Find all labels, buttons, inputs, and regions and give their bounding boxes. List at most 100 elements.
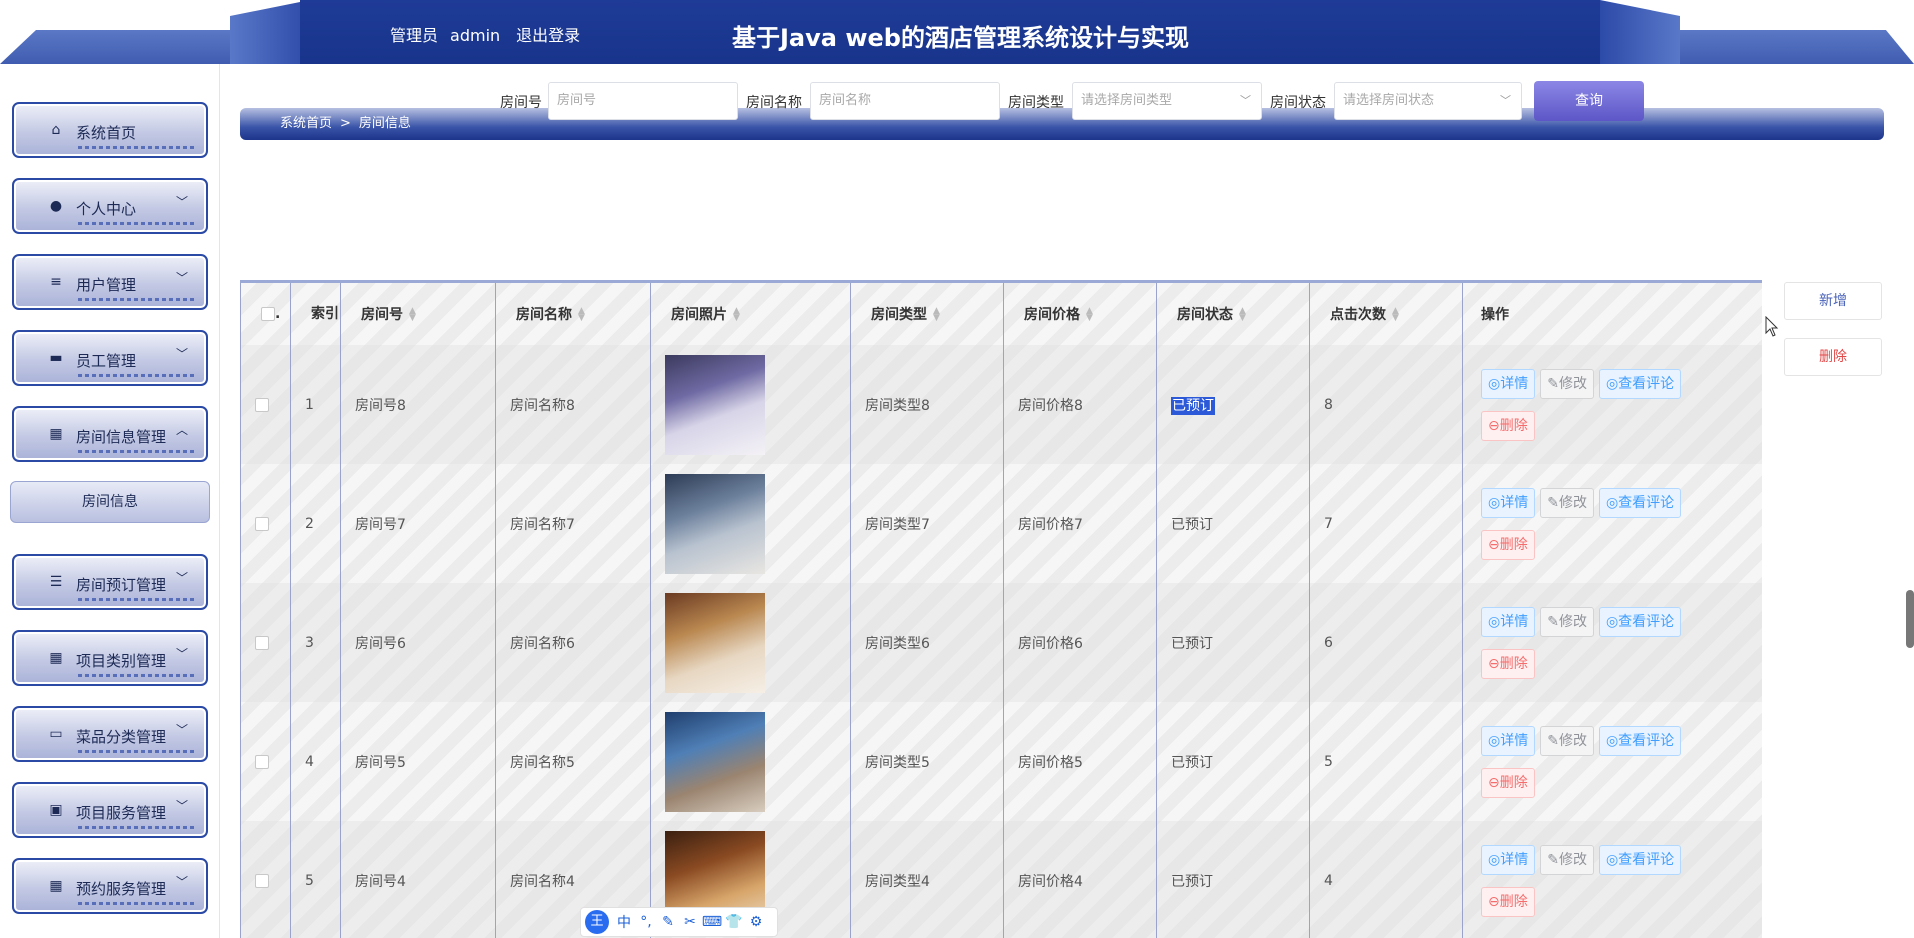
- ime-logo-icon[interactable]: 王: [585, 910, 609, 934]
- sidebar-item-7[interactable]: ▭ 菜品分类管理 ﹀: [12, 706, 208, 762]
- delete-button[interactable]: ⊖删除: [1481, 886, 1535, 917]
- room-photo[interactable]: [665, 711, 765, 812]
- room-name-input[interactable]: 房间名称: [810, 82, 1000, 120]
- sort-icon[interactable]: ▲ ▼: [409, 307, 416, 323]
- view-comments-button[interactable]: ◎查看评论: [1598, 725, 1682, 756]
- nav-decoration: [78, 450, 196, 453]
- delete-button[interactable]: ⊖删除: [1481, 529, 1535, 560]
- add-button[interactable]: 新增: [1784, 282, 1882, 320]
- sidebar-item-2[interactable]: ≡ 用户管理 ﹀: [12, 254, 208, 310]
- chevron-down-icon: ﹀: [1240, 94, 1251, 107]
- row-checkbox[interactable]: [255, 516, 269, 531]
- breadcrumb-home[interactable]: 系统首页: [280, 116, 332, 131]
- room-status-text: 已预订: [1171, 516, 1213, 533]
- room-no-header[interactable]: 房间号 ▲ ▼: [340, 283, 496, 345]
- sidebar-item-0[interactable]: ⌂ 系统首页: [12, 102, 208, 158]
- room-photo-cell: [650, 583, 851, 702]
- room-status-label: 房间状态: [1270, 95, 1326, 111]
- edit-button[interactable]: ✎修改: [1540, 606, 1594, 637]
- sidebar-subitem-room-info[interactable]: 房间信息: [10, 481, 210, 523]
- breadcrumb-separator: >: [340, 116, 351, 131]
- room-type-select[interactable]: 请选择房间类型 ﹀: [1072, 82, 1262, 120]
- sidebar-item-1[interactable]: ● 个人中心 ﹀: [12, 178, 208, 234]
- sidebar-item-3[interactable]: ▬ 员工管理 ﹀: [12, 330, 208, 386]
- click-count-cell: 8: [1309, 345, 1463, 464]
- detail-button[interactable]: ◎详情: [1481, 368, 1536, 399]
- chevron-up-icon: ︿: [175, 423, 188, 437]
- chevron-down-icon: ﹀: [175, 799, 188, 813]
- index-header: 索引: [290, 283, 341, 345]
- clicks-header[interactable]: 点击次数 ▲ ▼: [1309, 283, 1463, 345]
- room-no-header-label: 房间号: [361, 307, 403, 323]
- detail-button[interactable]: ◎详情: [1481, 844, 1536, 875]
- delete-button[interactable]: ⊖删除: [1481, 410, 1535, 441]
- sidebar-item-9[interactable]: ▦ 预约服务管理 ﹀: [12, 858, 208, 914]
- row-checkbox[interactable]: [255, 397, 269, 412]
- index-header-label: 索引: [311, 306, 339, 322]
- sidebar-item-5[interactable]: ☰ 房间预订管理 ﹀: [12, 554, 208, 610]
- mouse-cursor-icon: [1765, 316, 1779, 337]
- detail-button[interactable]: ◎详情: [1481, 487, 1536, 518]
- edit-button[interactable]: ✎修改: [1540, 368, 1594, 399]
- sidebar-item-8[interactable]: ▣ 项目服务管理 ﹀: [12, 782, 208, 838]
- row-checkbox[interactable]: [255, 873, 269, 888]
- room-status-cell: 已预订: [1156, 345, 1310, 464]
- sort-icon[interactable]: ▲ ▼: [1239, 307, 1246, 323]
- nav-decoration: [78, 374, 196, 377]
- price-header[interactable]: 房间价格 ▲ ▼: [1003, 283, 1157, 345]
- sort-icon[interactable]: ▲ ▼: [1086, 307, 1093, 323]
- sidebar-item-label: 项目服务管理: [76, 804, 167, 822]
- view-comments-button[interactable]: ◎查看评论: [1598, 606, 1682, 637]
- sidebar-item-label: 菜品分类管理: [76, 728, 167, 746]
- sort-icon[interactable]: ▲ ▼: [733, 307, 740, 323]
- logout-link[interactable]: 退出登录: [516, 26, 580, 45]
- row-checkbox[interactable]: [255, 635, 269, 650]
- batch-delete-button[interactable]: 删除: [1784, 338, 1882, 376]
- nav-decoration: [78, 902, 196, 905]
- sidebar-item-6[interactable]: ▦ 项目类别管理 ﹀: [12, 630, 208, 686]
- page-scrollbar[interactable]: [1906, 590, 1914, 648]
- sort-icon[interactable]: ▲ ▼: [578, 307, 585, 323]
- row-checkbox[interactable]: [255, 754, 269, 769]
- nav-decoration: [78, 674, 196, 677]
- query-button[interactable]: 查询: [1534, 81, 1644, 121]
- click-count-cell: 4: [1309, 821, 1463, 938]
- edit-button[interactable]: ✎修改: [1540, 844, 1594, 875]
- ime-scissors-icon[interactable]: ✂: [679, 914, 701, 930]
- edit-button[interactable]: ✎修改: [1540, 725, 1594, 756]
- select-all-checkbox[interactable]: [261, 307, 275, 321]
- sidebar-item-4[interactable]: ▦ 房间信息管理 ︿: [12, 406, 208, 462]
- view-comments-button[interactable]: ◎查看评论: [1598, 368, 1682, 399]
- sort-icon[interactable]: ▲ ▼: [1392, 307, 1399, 323]
- ime-skin-icon[interactable]: 👕: [723, 914, 745, 930]
- room-photo[interactable]: [665, 354, 765, 455]
- view-comments-button[interactable]: ◎查看评论: [1598, 844, 1682, 875]
- room-status-cell: 已预订: [1156, 464, 1310, 583]
- detail-button[interactable]: ◎详情: [1481, 606, 1536, 637]
- detail-button[interactable]: ◎详情: [1481, 725, 1536, 756]
- ime-chinese-icon[interactable]: 中: [613, 912, 635, 932]
- photo-header[interactable]: 房间照片 ▲ ▼: [650, 283, 851, 345]
- ops-cell: ◎详情 ✎修改 ◎查看评论 ⊖删除: [1462, 464, 1762, 583]
- type-header[interactable]: 房间类型 ▲ ▼: [850, 283, 1004, 345]
- ime-keyboard-icon[interactable]: ⌨: [701, 914, 723, 930]
- ime-settings-icon[interactable]: ⚙: [745, 914, 767, 930]
- room-photo[interactable]: [665, 592, 765, 693]
- room-photo[interactable]: [665, 473, 765, 574]
- chevron-down-icon: ﹀: [175, 875, 188, 889]
- room-price-cell: 房间价格4: [1003, 821, 1157, 938]
- room-name-header[interactable]: 房间名称 ▲ ▼: [495, 283, 651, 345]
- room-status-select[interactable]: 请选择房间状态 ﹀: [1334, 82, 1522, 120]
- ime-punctuation-icon[interactable]: °,: [635, 914, 657, 930]
- room-photo-cell: [650, 345, 851, 464]
- room-no-input[interactable]: 房间号: [548, 82, 738, 120]
- room-photo-cell: [650, 464, 851, 583]
- ime-handwrite-icon[interactable]: ✎: [657, 914, 679, 930]
- status-header[interactable]: 房间状态 ▲ ▼: [1156, 283, 1310, 345]
- delete-button[interactable]: ⊖删除: [1481, 648, 1535, 679]
- view-comments-button[interactable]: ◎查看评论: [1598, 487, 1682, 518]
- delete-button[interactable]: ⊖删除: [1481, 767, 1535, 798]
- sort-icon[interactable]: ▲ ▼: [933, 307, 940, 323]
- edit-button[interactable]: ✎修改: [1540, 487, 1594, 518]
- room-price-cell: 房间价格7: [1003, 464, 1157, 583]
